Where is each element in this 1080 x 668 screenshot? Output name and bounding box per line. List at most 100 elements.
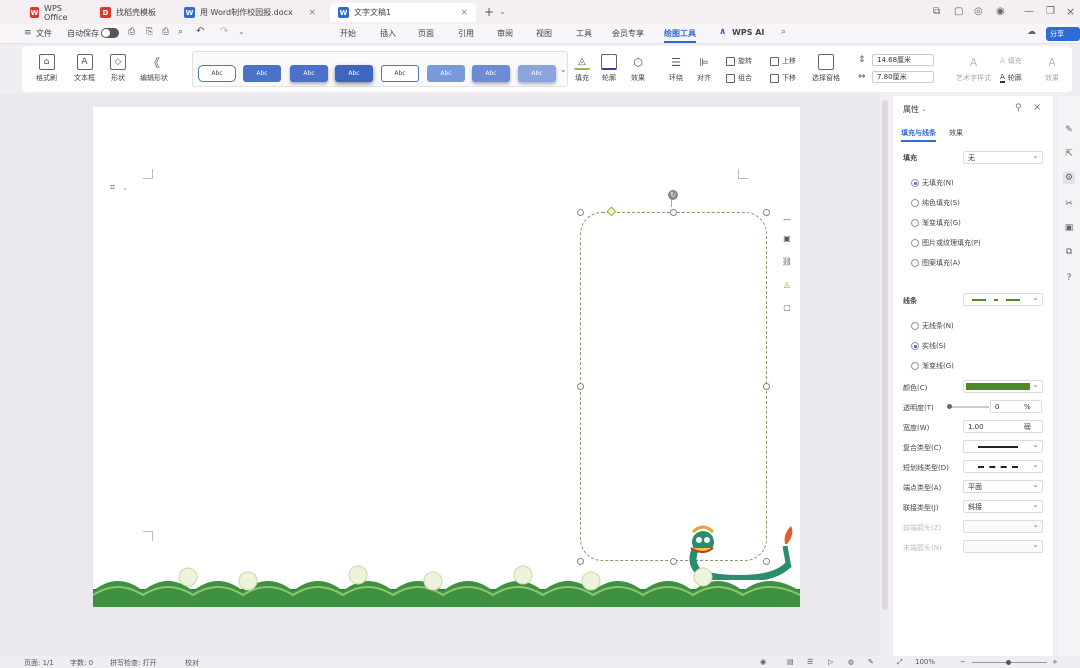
shape-width-input[interactable]: 7.80厘米: [872, 71, 934, 83]
menu-review[interactable]: 审阅: [497, 28, 513, 39]
radio-no-line[interactable]: 无线条(N): [911, 321, 954, 331]
link-icon[interactable]: ⛓: [781, 255, 793, 267]
close-icon[interactable]: ×: [460, 8, 468, 18]
textbox-button[interactable]: A 文本框: [74, 54, 95, 83]
vertical-scrollbar[interactable]: [882, 100, 888, 610]
fill-section-header[interactable]: 填充: [903, 153, 917, 163]
menu-wps-ai[interactable]: WPS AI: [732, 28, 764, 37]
search-icon[interactable]: ⌕: [781, 27, 786, 37]
zoom-slider[interactable]: [972, 660, 1047, 665]
zoom-out-icon[interactable]: −: [960, 658, 966, 666]
tools-icon[interactable]: ✂: [1063, 198, 1075, 210]
transparency-slider[interactable]: [947, 404, 989, 409]
style-preset[interactable]: Abc: [472, 65, 510, 82]
gallery-expand-icon[interactable]: ⌄: [560, 65, 567, 74]
menu-start[interactable]: 开始: [340, 28, 356, 39]
radio-solid-fill[interactable]: 纯色填充(S): [911, 198, 960, 208]
line-style-select[interactable]: [963, 292, 1043, 306]
radio-gradient-fill[interactable]: 渐变填充(G): [911, 218, 961, 228]
join-type-select[interactable]: 斜接: [963, 499, 1043, 513]
outline-icon[interactable]: ▢: [781, 301, 793, 313]
transparency-input[interactable]: 0 %: [990, 400, 1042, 413]
spell-check-status[interactable]: 拼写检查: 打开: [110, 658, 157, 668]
shape-button[interactable]: ◇ 形状: [110, 54, 126, 83]
slider-thumb[interactable]: [947, 404, 952, 409]
page-count[interactable]: 页面: 1/1: [24, 658, 54, 668]
style-preset[interactable]: Abc: [198, 65, 236, 82]
line-width-input[interactable]: 1.00 磅: [963, 420, 1043, 433]
style-preset[interactable]: Abc: [290, 65, 328, 82]
close-icon[interactable]: ×: [308, 8, 316, 18]
style-preset[interactable]: Abc: [381, 65, 419, 82]
end-arrow-select[interactable]: [963, 539, 1043, 553]
window-icon[interactable]: ▢: [954, 6, 963, 17]
print-preview-icon[interactable]: ⌕: [178, 27, 183, 37]
document-page[interactable]: ⌗ ⌄ ↻ — ▣ ⛓ ◬ ▢: [93, 107, 800, 607]
rotate-handle-icon[interactable]: ↻: [668, 190, 678, 200]
minimize-icon[interactable]: —: [1024, 6, 1034, 17]
help-icon[interactable]: ?: [1063, 272, 1075, 284]
new-tab-icon[interactable]: +: [484, 5, 494, 19]
export-pdf-icon[interactable]: ⎘: [146, 27, 153, 37]
eye-icon[interactable]: ◉: [760, 658, 766, 666]
redo-icon[interactable]: ↷: [220, 26, 228, 37]
resize-handle[interactable]: [577, 558, 584, 565]
pin-icon[interactable]: ⚲: [1015, 103, 1022, 113]
menu-member[interactable]: 会员专享: [612, 28, 644, 39]
effect-button[interactable]: ⬡ 效果: [630, 54, 646, 83]
layout-options-icon[interactable]: ▣: [781, 232, 793, 244]
undo-icon[interactable]: ↶: [196, 26, 204, 37]
edit-shape-button[interactable]: 《编辑形状: [140, 54, 168, 83]
menu-drawing-tools[interactable]: 绘图工具: [664, 28, 696, 43]
properties-icon[interactable]: ⚙: [1063, 172, 1075, 184]
hamburger-icon[interactable]: ≡: [24, 28, 32, 38]
begin-arrow-select[interactable]: [963, 519, 1043, 533]
cap-type-select[interactable]: 平面: [963, 479, 1043, 493]
text-effect-button[interactable]: A 效果: [1044, 54, 1060, 83]
chevron-down-icon[interactable]: ⌄: [499, 7, 506, 16]
image-icon[interactable]: ▣: [1063, 222, 1075, 234]
proofread-status[interactable]: 校对: [185, 658, 199, 668]
chevron-down-icon[interactable]: ⌄: [122, 184, 128, 192]
autosave-toggle[interactable]: [101, 28, 119, 38]
resize-handle[interactable]: [577, 383, 584, 390]
outline-button[interactable]: 轮廓: [601, 54, 617, 83]
cloud-icon[interactable]: ☁: [1027, 27, 1036, 37]
tab-fill-and-line[interactable]: 填充与线条: [901, 128, 936, 142]
wrap-button[interactable]: ☰ 环绕: [668, 54, 684, 83]
window-close-icon[interactable]: ×: [1066, 5, 1075, 18]
style-preset[interactable]: Abc: [518, 65, 556, 82]
fill-icon[interactable]: ◬: [781, 278, 793, 290]
group-button[interactable]: 组合: [726, 73, 752, 83]
print-icon[interactable]: ⎙: [162, 27, 169, 37]
pen-icon[interactable]: ✎: [1063, 124, 1075, 136]
outline-view-icon[interactable]: ☰: [807, 658, 813, 666]
text-fill-button[interactable]: A 填充: [1000, 56, 1022, 66]
menu-file[interactable]: 文件: [36, 28, 52, 39]
resize-handle[interactable]: [670, 209, 677, 216]
line-section-header[interactable]: 线条: [903, 296, 917, 306]
line-color-select[interactable]: [963, 379, 1043, 393]
menu-insert[interactable]: 插入: [380, 28, 396, 39]
menu-references[interactable]: 引用: [458, 28, 474, 39]
style-preset[interactable]: Abc: [427, 65, 465, 82]
rotate-button[interactable]: 旋转: [726, 56, 752, 66]
avatar[interactable]: ◉: [996, 6, 1005, 17]
rounded-rectangle-shape[interactable]: [580, 212, 767, 561]
send-backward-button[interactable]: 下移: [770, 73, 796, 83]
tab-docer[interactable]: D 找稻壳模板: [92, 3, 172, 22]
menu-page[interactable]: 页面: [418, 28, 434, 39]
selection-pane-button[interactable]: 选择窗格: [812, 54, 840, 83]
resize-handle[interactable]: [577, 209, 584, 216]
format-painter-button[interactable]: ⌂ 格式刷: [36, 54, 57, 83]
resize-handle[interactable]: [763, 209, 770, 216]
text-outline-button[interactable]: A 轮廓: [1000, 73, 1022, 83]
shape-height-input[interactable]: 14.68厘米: [872, 54, 934, 66]
radio-no-fill[interactable]: 无填充(N): [911, 178, 954, 188]
edit-view-icon[interactable]: ✎: [868, 658, 874, 666]
radio-gradient-line[interactable]: 渐变线(G): [911, 361, 954, 371]
art-text-style-button[interactable]: A 艺术字样式: [956, 54, 991, 83]
style-preset[interactable]: Abc: [335, 65, 373, 82]
compound-type-select[interactable]: [963, 439, 1043, 453]
page-view-icon[interactable]: ▤: [787, 658, 794, 666]
